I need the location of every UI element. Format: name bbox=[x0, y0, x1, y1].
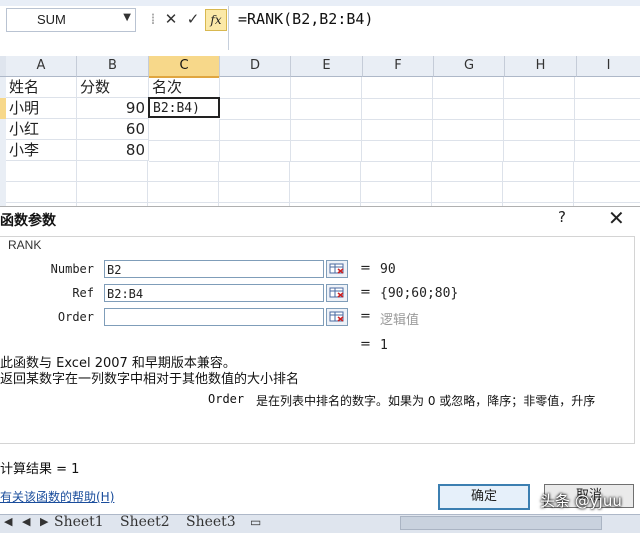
range-picker-icon[interactable] bbox=[326, 260, 348, 278]
name-box-value: SUM bbox=[37, 12, 66, 27]
cell-c2-active[interactable]: B2:B4) bbox=[148, 97, 220, 118]
tab-nav-first-icon[interactable]: ◀ bbox=[4, 514, 12, 530]
function-description: 返回某数字在一列数字中相对于其他数值的大小排名 bbox=[0, 372, 300, 387]
arg-result-number: 90 bbox=[380, 262, 396, 277]
row-4-empty[interactable] bbox=[149, 140, 640, 162]
row-2-empty[interactable] bbox=[220, 98, 640, 120]
arg-help-name: Order bbox=[208, 392, 245, 406]
cell-c1[interactable]: 名次 bbox=[149, 77, 220, 98]
range-picker-icon[interactable] bbox=[326, 308, 348, 326]
arg-result-ref: {90;60;80} bbox=[380, 286, 459, 301]
empty-cells[interactable] bbox=[6, 161, 640, 206]
tab-sheet2[interactable]: Sheet2 bbox=[120, 514, 170, 530]
formula-result-inline: 1 bbox=[380, 338, 388, 353]
arg-label-ref: Ref bbox=[72, 286, 94, 300]
column-header-c[interactable]: C bbox=[149, 56, 220, 78]
column-header-d[interactable]: D bbox=[220, 56, 291, 77]
column-header-i[interactable]: I bbox=[577, 56, 640, 77]
enter-icon[interactable]: ✓ bbox=[184, 9, 202, 29]
cell-b2[interactable]: 90 bbox=[77, 98, 149, 119]
cell-a2[interactable]: 小明 bbox=[6, 98, 77, 119]
arg-label-order: Order bbox=[57, 310, 94, 324]
tab-nav-prev-icon[interactable]: ◀ bbox=[22, 514, 30, 530]
tab-sheet3[interactable]: Sheet3 bbox=[186, 514, 236, 530]
cell-a3[interactable]: 小红 bbox=[6, 119, 77, 140]
cell-a1[interactable]: 姓名 bbox=[6, 77, 77, 98]
column-header-a[interactable]: A bbox=[6, 56, 77, 77]
tab-sheet1[interactable]: Sheet1 bbox=[54, 514, 104, 530]
chevron-down-icon[interactable]: ▼ bbox=[123, 12, 131, 23]
column-header-h[interactable]: H bbox=[505, 56, 577, 77]
close-icon[interactable]: ✕ bbox=[608, 206, 625, 230]
eq-sign: = bbox=[360, 337, 371, 352]
row-1-empty[interactable] bbox=[220, 77, 640, 99]
column-header-e[interactable]: E bbox=[291, 56, 363, 77]
cell-a4[interactable]: 小李 bbox=[6, 140, 77, 161]
cell-b4[interactable]: 80 bbox=[77, 140, 149, 161]
help-icon[interactable]: ? bbox=[558, 208, 566, 226]
calc-result: 计算结果 = 1 bbox=[0, 462, 80, 477]
cell-b1[interactable]: 分数 bbox=[77, 77, 149, 98]
column-header-f[interactable]: F bbox=[363, 56, 434, 77]
arg-input-number[interactable]: B2 bbox=[104, 260, 324, 278]
help-link[interactable]: 有关该函数的帮助(H) bbox=[0, 488, 114, 505]
arg-input-order[interactable] bbox=[104, 308, 324, 326]
formula-input[interactable]: =RANK(B2,B2:B4) bbox=[238, 10, 373, 28]
watermark: 头条 @yjuu bbox=[540, 492, 622, 510]
cell-b3[interactable]: 60 bbox=[77, 119, 149, 140]
tab-nav-next-icon[interactable]: ▶ bbox=[40, 514, 48, 530]
eq-sign: = bbox=[360, 309, 371, 324]
row-3-empty[interactable] bbox=[149, 119, 640, 141]
eq-sign: = bbox=[360, 261, 371, 276]
ok-button[interactable]: 确定 bbox=[438, 484, 530, 510]
function-name: RANK bbox=[8, 238, 42, 252]
arg-label-number: Number bbox=[50, 262, 94, 276]
arg-result-order: 逻辑值 bbox=[380, 313, 420, 328]
column-header-g[interactable]: G bbox=[434, 56, 505, 77]
formula-divider bbox=[228, 6, 229, 50]
horizontal-scrollbar[interactable] bbox=[400, 516, 602, 530]
splitter-icon: ⁞ bbox=[150, 10, 156, 28]
dialog-title: 函数参数 bbox=[0, 213, 56, 229]
cancel-icon[interactable]: ✕ bbox=[162, 9, 180, 29]
eq-sign: = bbox=[360, 285, 371, 300]
arg-input-ref[interactable]: B2:B4 bbox=[104, 284, 324, 302]
arg-help-text: 是在列表中排名的数字。如果为 0 或忽略，降序；非零值，升序 bbox=[256, 394, 596, 408]
range-picker-icon[interactable] bbox=[326, 284, 348, 302]
insert-function-button[interactable]: fx bbox=[205, 9, 227, 31]
insert-sheet-icon[interactable]: ▭ bbox=[250, 514, 261, 530]
column-header-b[interactable]: B bbox=[77, 56, 149, 77]
name-box[interactable]: SUM ▼ bbox=[6, 8, 136, 32]
